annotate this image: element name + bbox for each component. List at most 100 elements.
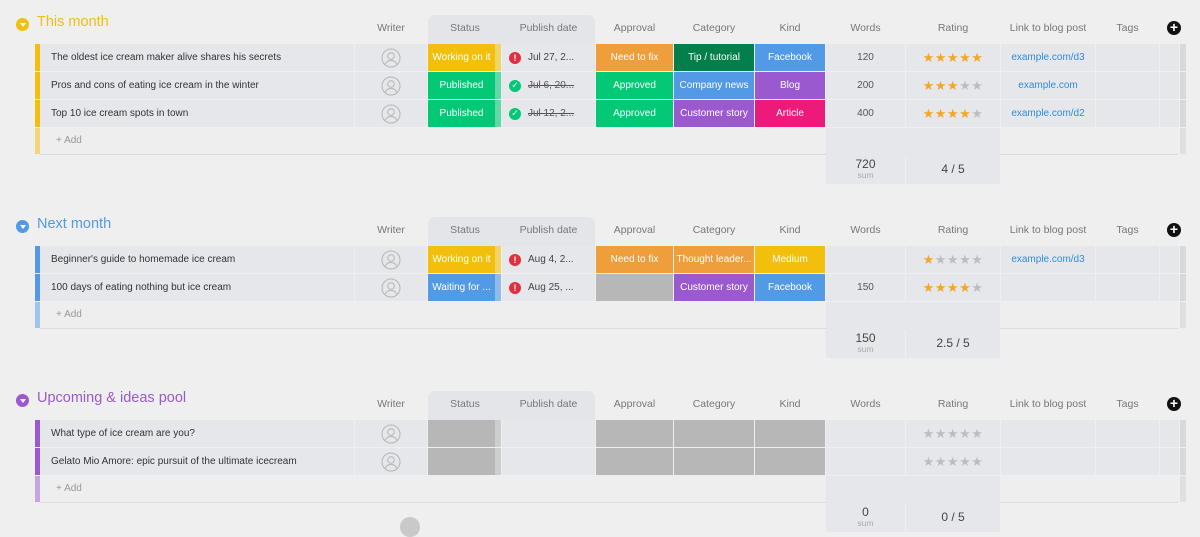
item-name[interactable]: The oldest ice cream maker alive shares … — [51, 52, 281, 63]
star-empty-icon[interactable]: ★ — [947, 454, 959, 469]
star-empty-icon[interactable]: ★ — [935, 426, 947, 441]
column-header-words[interactable]: Words — [826, 398, 905, 410]
star-empty-icon[interactable]: ★ — [959, 78, 971, 93]
column-header-status[interactable]: Status — [428, 22, 502, 34]
add-item-input[interactable]: + Add — [56, 309, 82, 320]
category-label[interactable]: Thought leader... — [674, 246, 754, 273]
star-filled-icon[interactable]: ★ — [923, 50, 935, 65]
add-item-input[interactable]: + Add — [56, 135, 82, 146]
writer-cell[interactable] — [355, 72, 427, 99]
status-label[interactable] — [428, 420, 495, 447]
star-filled-icon[interactable]: ★ — [923, 78, 935, 93]
column-header-status[interactable]: Status — [428, 224, 502, 236]
add-item-row[interactable]: + Add — [0, 302, 1200, 329]
column-header-publish-date[interactable]: Publish date — [502, 22, 595, 34]
column-header-approval[interactable]: Approval — [596, 224, 673, 236]
star-filled-icon[interactable]: ★ — [947, 106, 959, 121]
link-cell[interactable] — [1001, 448, 1095, 475]
kind-label[interactable]: Medium — [755, 246, 825, 273]
publish-date-cell[interactable] — [502, 448, 595, 475]
category-label[interactable] — [674, 448, 754, 475]
collapse-chevron-icon[interactable] — [16, 18, 29, 31]
person-avatar-icon[interactable] — [381, 48, 401, 68]
star-filled-icon[interactable]: ★ — [935, 78, 947, 93]
column-header-approval[interactable]: Approval — [596, 398, 673, 410]
star-empty-icon[interactable]: ★ — [971, 78, 983, 93]
column-header-category[interactable]: Category — [674, 22, 754, 34]
approval-label[interactable] — [596, 448, 673, 475]
rating-cell[interactable]: ★★★★★ — [906, 274, 1000, 301]
column-header-words[interactable]: Words — [826, 22, 905, 34]
star-empty-icon[interactable]: ★ — [959, 252, 971, 267]
star-empty-icon[interactable]: ★ — [935, 454, 947, 469]
item-name[interactable]: Beginner's guide to homemade ice cream — [51, 254, 235, 265]
star-filled-icon[interactable]: ★ — [947, 280, 959, 295]
tags-cell[interactable] — [1096, 246, 1159, 273]
column-header-category[interactable]: Category — [674, 398, 754, 410]
column-header-link[interactable]: Link to blog post — [1001, 22, 1095, 34]
status-label[interactable]: Published — [428, 100, 495, 127]
status-label[interactable]: Working on it — [428, 246, 495, 273]
star-empty-icon[interactable]: ★ — [959, 426, 971, 441]
star-filled-icon[interactable]: ★ — [923, 106, 935, 121]
star-filled-icon[interactable]: ★ — [971, 50, 983, 65]
rating-cell[interactable]: ★★★★★ — [906, 246, 1000, 273]
column-header-kind[interactable]: Kind — [755, 22, 825, 34]
words-cell[interactable]: 200 — [826, 72, 905, 99]
star-empty-icon[interactable]: ★ — [971, 280, 983, 295]
add-column-plus-icon[interactable]: + — [1167, 20, 1181, 35]
star-filled-icon[interactable]: ★ — [947, 50, 959, 65]
link-cell[interactable]: example.com/d3 — [1001, 246, 1095, 273]
item-name[interactable]: Gelato Mio Amore: epic pursuit of the ul… — [51, 456, 297, 467]
person-avatar-icon[interactable] — [381, 424, 401, 444]
kind-label[interactable]: Blog — [755, 72, 825, 99]
star-empty-icon[interactable]: ★ — [947, 252, 959, 267]
rating-stars[interactable]: ★★★★★ — [923, 280, 984, 296]
star-empty-icon[interactable]: ★ — [971, 106, 983, 121]
column-header-tags[interactable]: Tags — [1096, 224, 1159, 236]
star-filled-icon[interactable]: ★ — [923, 280, 935, 295]
column-header-tags[interactable]: Tags — [1096, 22, 1159, 34]
table-row[interactable]: What type of ice cream are you? ★★★★★ — [0, 420, 1200, 447]
person-avatar-icon[interactable] — [381, 76, 401, 96]
kind-label[interactable] — [755, 420, 825, 447]
item-name[interactable]: Top 10 ice cream spots in town — [51, 108, 188, 119]
approval-label[interactable]: Need to fix — [596, 44, 673, 71]
writer-cell[interactable] — [355, 420, 427, 447]
column-header-tags[interactable]: Tags — [1096, 398, 1159, 410]
star-empty-icon[interactable]: ★ — [971, 252, 983, 267]
kind-label[interactable] — [755, 448, 825, 475]
link-cell[interactable]: example.com/d3 — [1001, 44, 1095, 71]
tags-cell[interactable] — [1096, 72, 1159, 99]
category-label[interactable] — [674, 420, 754, 447]
item-name-cell[interactable]: Gelato Mio Amore: epic pursuit of the ul… — [40, 448, 382, 475]
kind-label[interactable]: Facebook — [755, 274, 825, 301]
rating-stars[interactable]: ★★★★★ — [923, 252, 984, 268]
star-empty-icon[interactable]: ★ — [971, 426, 983, 441]
words-cell[interactable] — [826, 420, 905, 447]
horizontal-scroll-handle[interactable] — [400, 517, 420, 537]
publish-date-cell[interactable]: ! Aug 4, 2... — [502, 246, 595, 273]
writer-cell[interactable] — [355, 246, 427, 273]
add-item-area[interactable] — [40, 128, 1178, 155]
column-header-writer[interactable]: Writer — [355, 398, 427, 410]
star-empty-icon[interactable]: ★ — [947, 426, 959, 441]
item-name-cell[interactable]: The oldest ice cream maker alive shares … — [40, 44, 382, 71]
rating-cell[interactable]: ★★★★★ — [906, 420, 1000, 447]
rating-stars[interactable]: ★★★★★ — [923, 50, 984, 66]
item-name-cell[interactable]: Pros and cons of eating ice cream in the… — [40, 72, 382, 99]
group-title[interactable]: Next month — [37, 216, 111, 232]
item-name[interactable]: What type of ice cream are you? — [51, 428, 195, 439]
status-label[interactable]: Waiting for ... — [428, 274, 495, 301]
tags-cell[interactable] — [1096, 274, 1159, 301]
words-cell[interactable] — [826, 448, 905, 475]
writer-cell[interactable] — [355, 274, 427, 301]
rating-cell[interactable]: ★★★★★ — [906, 44, 1000, 71]
tags-cell[interactable] — [1096, 100, 1159, 127]
publish-date-cell[interactable]: ! Aug 25, ... — [502, 274, 595, 301]
writer-cell[interactable] — [355, 44, 427, 71]
item-name-cell[interactable]: What type of ice cream are you? — [40, 420, 382, 447]
category-label[interactable]: Customer story — [674, 274, 754, 301]
column-header-publish-date[interactable]: Publish date — [502, 398, 595, 410]
publish-date-cell[interactable] — [502, 420, 595, 447]
